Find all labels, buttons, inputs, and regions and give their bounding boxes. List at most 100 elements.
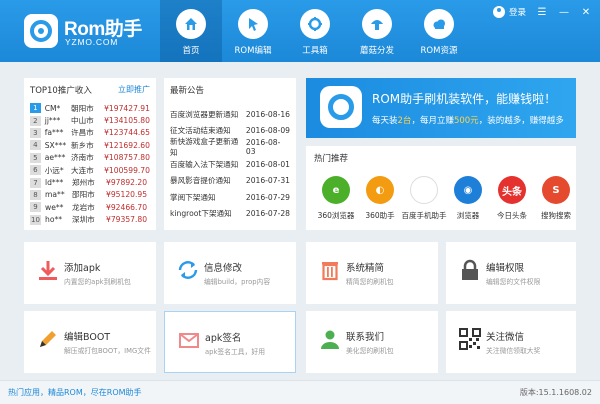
rank-city: 龙岩市 <box>72 202 95 212</box>
tile-subtitle: 编辑您的文件权限 <box>486 278 541 286</box>
sogou-icon: S <box>542 176 570 204</box>
rank-number: 7 <box>30 177 41 188</box>
rank-row: 9 we** 龙岩市 ¥92466.70 <box>30 201 150 213</box>
login-button[interactable]: 登录 <box>492 6 526 18</box>
app-360-browser[interactable]: e 360浏览器 <box>314 176 358 221</box>
tile-subtitle: 美化您的刷机包 <box>346 347 394 355</box>
rank-number: 4 <box>30 140 41 151</box>
top10-title: TOP10推广收入 <box>30 86 92 96</box>
tile-title: 编辑权限 <box>486 263 525 274</box>
footer-slogan[interactable]: 热门应用，精品ROM，尽在ROM助手 <box>8 387 142 398</box>
app-toutiao[interactable]: 头条 今日头条 <box>490 176 534 221</box>
menu-button[interactable]: ☰ <box>536 6 548 18</box>
app-baidu-assistant[interactable]: 百度手机助手 <box>401 176 447 221</box>
minimize-button[interactable]: — <box>558 6 570 18</box>
tile-title: 编辑BOOT <box>64 332 111 343</box>
home-icon <box>176 9 206 39</box>
rank-row: 2 jj*** 中山市 ¥134105.80 <box>30 114 150 126</box>
tile-title: 联系我们 <box>346 332 385 343</box>
tile-pencil[interactable]: 编辑BOOT 解压或打包BOOT，IMG文件 <box>24 311 156 373</box>
tile-user[interactable]: 联系我们美化您的刷机包 <box>306 311 438 373</box>
app-logo: Rom助手 YZMO.COM <box>24 12 154 52</box>
rank-user: CM* <box>44 103 61 113</box>
logo-badge-icon <box>24 14 58 48</box>
tile-refresh[interactable]: 信息修改 编辑build，prop内容 <box>164 242 296 304</box>
app-name: 浏览器 <box>456 211 480 220</box>
rank-city: 大连市 <box>70 165 94 175</box>
promote-now-link[interactable]: 立即推广 <box>118 84 150 96</box>
app-browser[interactable]: ◉ 浏览器 <box>446 176 490 221</box>
lock-icon <box>458 258 482 282</box>
rank-row: 7 ld*** 郑州市 ¥97892.20 <box>30 176 150 188</box>
notice-date: 2016-08-16 <box>245 109 290 119</box>
nav-rom-edit[interactable]: ROM编辑 <box>222 0 284 62</box>
notice-date: 2016-08-09 <box>245 126 290 136</box>
rank-city: 深圳市 <box>72 215 95 225</box>
mail-icon <box>177 328 201 352</box>
tile-subtitle: 关注微信领取大奖 <box>486 347 541 355</box>
hot-recommend-panel: 热门推荐 e 360浏览器 ◐ 360助手 百度手机助手 ◉ 浏览器 头条 今日头条 S 搜狗搜索 <box>306 146 576 230</box>
rank-user: SX*** <box>44 140 67 150</box>
notice-item[interactable]: 掌阅下架通知 2016-07-29 <box>170 189 290 206</box>
nav-mushroom[interactable]: 蘑菇分发 <box>346 0 408 62</box>
notice-text: kingroot下架通知 <box>170 209 232 219</box>
rank-amount: ¥79357.80 <box>106 215 148 225</box>
app-sogou[interactable]: S 搜狗搜索 <box>534 176 578 221</box>
app-name: 今日头条 <box>497 211 527 220</box>
tile-lock[interactable]: 编辑权限编辑您的文件权限 <box>446 242 576 304</box>
rank-number: 9 <box>30 202 41 213</box>
cursor-icon <box>238 9 268 39</box>
login-label: 登录 <box>508 8 526 18</box>
notice-item[interactable]: 百度输入法下架通知 2016-08-01 <box>170 156 290 173</box>
rank-number: 5 <box>30 152 41 163</box>
qrcode-icon <box>458 327 482 351</box>
nav-rom-edit-label: ROM编辑 <box>234 46 272 56</box>
rank-row: 1 CM* 朝阳市 ¥197427.91 <box>30 102 150 114</box>
rank-row: 6 小远* 大连市 ¥100599.70 <box>30 164 150 176</box>
rank-number: 2 <box>30 115 41 126</box>
mushroom-icon <box>362 9 392 39</box>
notice-item[interactable]: 新快游戏盒子更新通知 2016-08-03 <box>170 137 290 157</box>
rank-city: 济南市 <box>70 153 94 163</box>
rank-city: 许昌市 <box>70 128 94 138</box>
tile-mail[interactable]: apk签名 apk签名工具，好用 <box>164 311 296 373</box>
tile-qrcode[interactable]: 关注微信 关注微信领取大奖 <box>446 311 576 373</box>
promo-banner[interactable]: ROM助手刷机装软件，能赚钱啦！ 每天装2台，每月立赚500元，装的越多，赚得越… <box>306 78 576 138</box>
rank-row: 5 ae*** 济南市 ¥108757.80 <box>30 152 150 164</box>
nav-toolbox[interactable]: 工具箱 <box>284 0 346 62</box>
rank-number: 1 <box>30 103 41 114</box>
minimize-icon: — <box>559 6 569 18</box>
app-name: 百度手机助手 <box>401 211 447 220</box>
app-360-assistant[interactable]: ◐ 360助手 <box>358 176 402 221</box>
rank-city: 郑州市 <box>72 178 95 188</box>
nav-home[interactable]: 首页 <box>160 0 222 62</box>
notice-item[interactable]: kingroot下架通知 2016-07-28 <box>170 206 290 223</box>
notice-date: 2016-07-31 <box>245 176 290 186</box>
notice-date: 2016-07-28 <box>245 209 290 219</box>
close-button[interactable]: ✕ <box>580 6 592 18</box>
tile-subtitle: 内置您的apk到刷机包 <box>64 278 131 286</box>
banner-title: ROM助手刷机装软件，能赚钱啦！ <box>372 92 557 106</box>
rank-user: ae*** <box>44 153 66 163</box>
notice-date: 2016-08-01 <box>245 159 290 169</box>
rank-amount: ¥95120.95 <box>106 190 148 200</box>
user-avatar-icon <box>492 6 505 18</box>
nav-rom-resource[interactable]: ROM资源 <box>408 0 470 62</box>
title-bar: Rom助手 YZMO.COM 首页 ROM编辑 工具箱 蘑菇分发 ROM资源 登… <box>0 0 600 62</box>
rank-row: 8 ma** 邵阳市 ¥95120.95 <box>30 189 150 201</box>
toolbox-icon <box>300 9 330 39</box>
notice-text: 征文活动结束通知 <box>170 126 231 136</box>
notice-item[interactable]: 暴风影音提价通知 2016-07-31 <box>170 172 290 189</box>
banner-subtitle: 每天装2台，每月立赚500元，装的越多，赚得越多 <box>372 116 564 126</box>
rank-row: 3 fa*** 许昌市 ¥123744.65 <box>30 127 150 139</box>
notice-text: 暴风影音提价通知 <box>170 176 231 186</box>
tile-trash[interactable]: 系统精简 精简您的刷机包 <box>306 242 438 304</box>
tile-subtitle: 精简您的刷机包 <box>346 278 394 286</box>
app-list: e 360浏览器 ◐ 360助手 百度手机助手 ◉ 浏览器 头条 今日头条 S 搜狗搜索 <box>314 176 578 221</box>
app-name: 360助手 <box>365 211 395 220</box>
rank-number: 3 <box>30 127 41 138</box>
notice-item[interactable]: 百度浏览器更新通知 2016-08-16 <box>170 106 290 123</box>
rank-city: 中山市 <box>70 116 94 126</box>
tile-download[interactable]: 添加apk 内置您的apk到刷机包 <box>24 242 156 304</box>
status-bar: 热门应用，精品ROM，尽在ROM助手 版本:15.1.1608.02 <box>0 380 600 404</box>
